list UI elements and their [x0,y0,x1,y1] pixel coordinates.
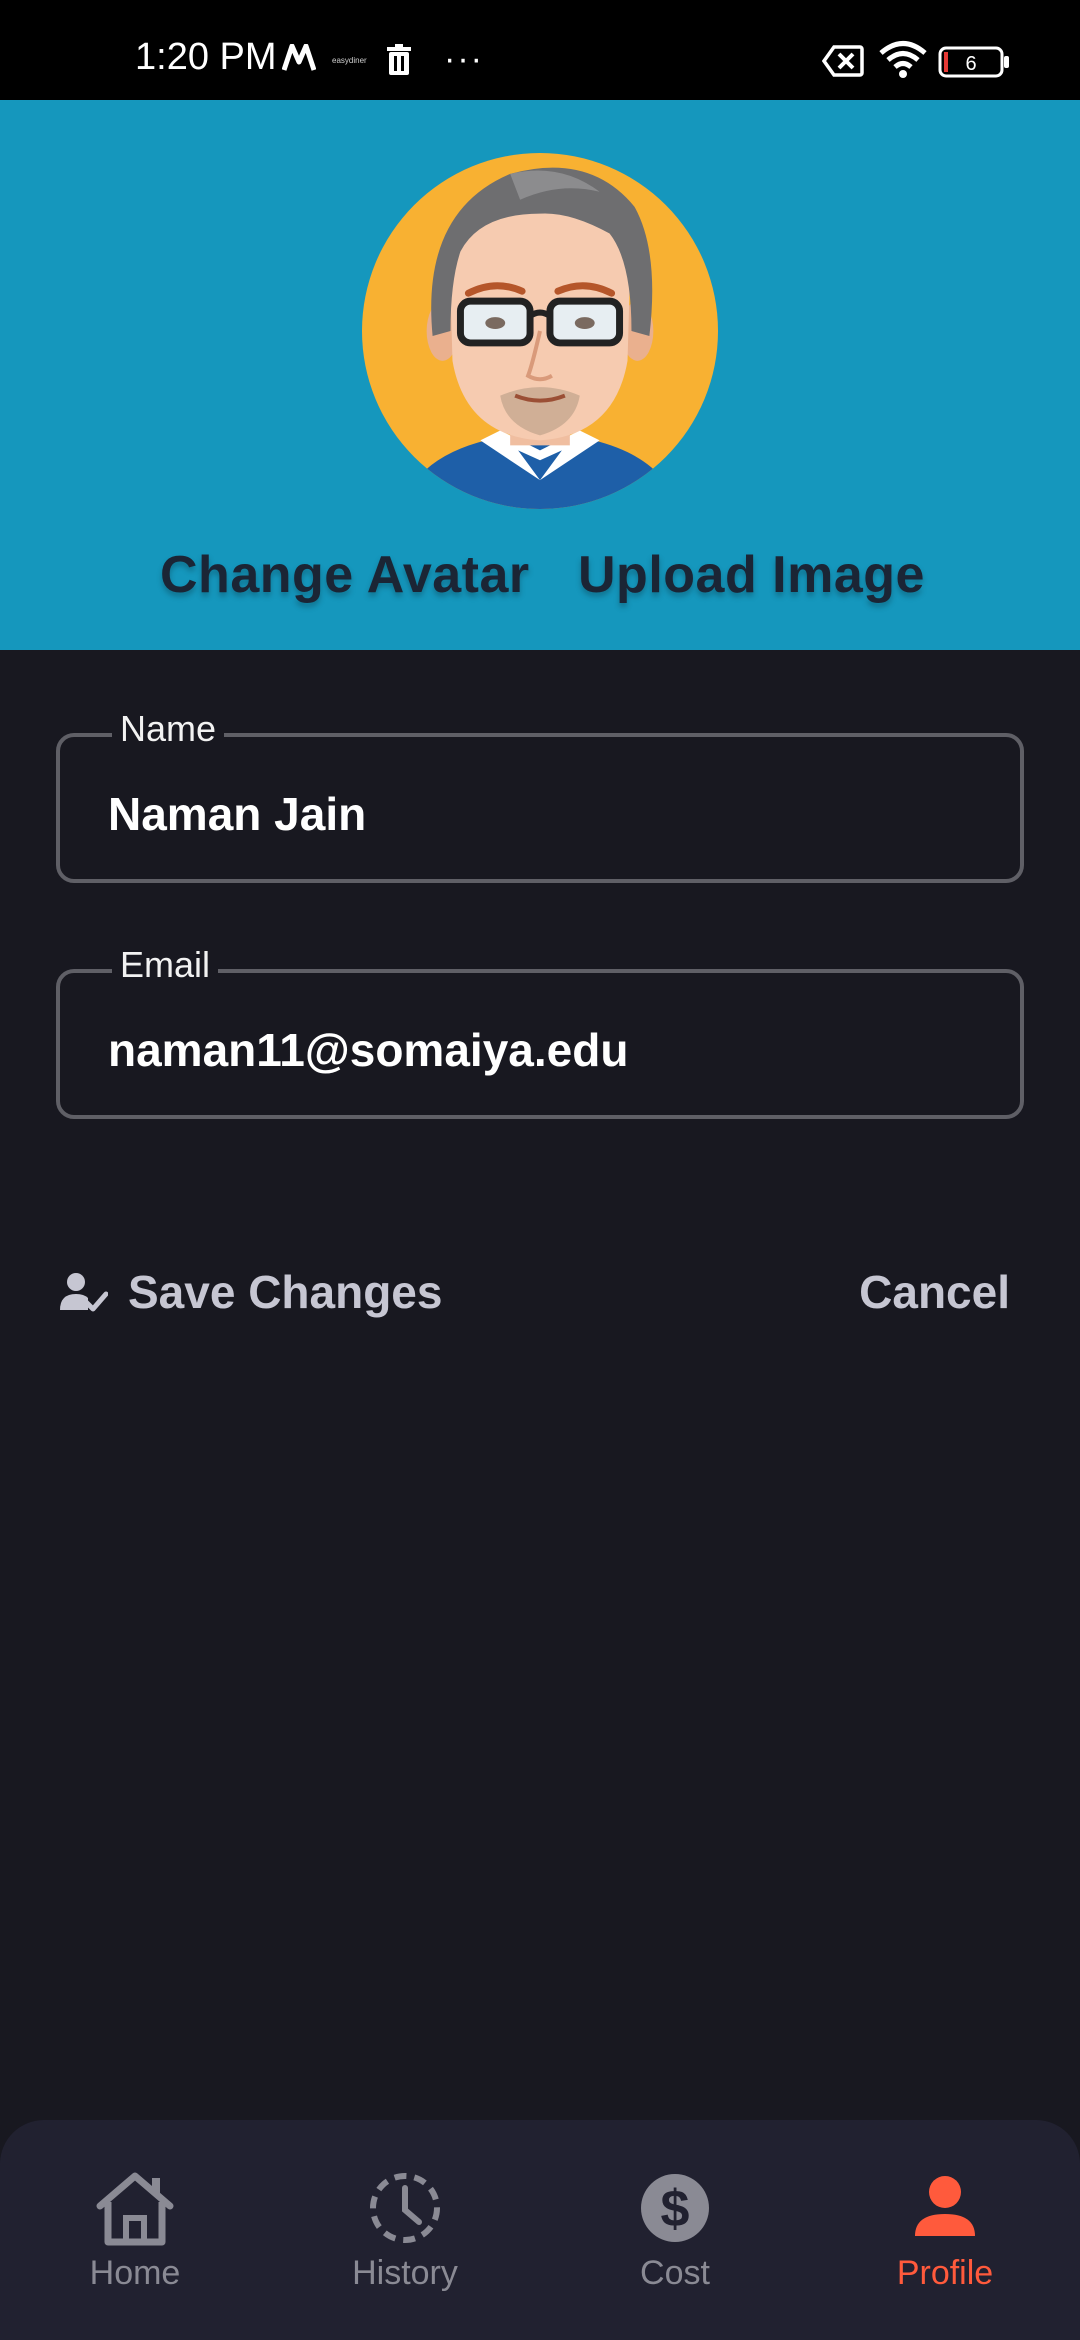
name-field-label: Name [112,707,225,751]
status-time: 1:20 PM [135,36,277,78]
header-actions: Change Avatar Upload Image [0,545,1080,615]
history-icon [370,2173,440,2243]
avatar[interactable] [361,152,719,510]
nav-label-home: Home [89,2254,181,2292]
trash-icon [387,44,411,75]
battery-level: 6 [965,53,976,75]
svg-text:$: $ [661,2180,690,2238]
nav-item-cost[interactable]: $ Cost [575,2170,775,2320]
email-field[interactable]: Email naman11@somaiya.edu [56,943,1024,1119]
save-changes-button[interactable]: Save Changes [60,1262,442,1322]
name-input[interactable]: Naman Jain [108,787,366,841]
nav-label-profile: Profile [896,2254,994,2292]
no-sim-icon [822,45,864,77]
nav-item-profile[interactable]: Profile [845,2170,1045,2320]
email-input[interactable]: naman11@somaiya.edu [108,1023,628,1077]
m-app-icon [282,44,316,71]
name-field[interactable]: Name Naman Jain [56,707,1024,883]
battery-icon: 6 [938,46,1009,78]
more-dots-icon: ··· [444,40,484,78]
bottom-nav: Home History $ Cost Profile [0,2120,1080,2340]
save-changes-label: Save Changes [128,1266,443,1318]
status-bar: 1:20 PM easydiner ··· 6 [0,0,1080,100]
cancel-button[interactable]: Cancel [859,1262,1010,1322]
upload-image-button[interactable]: Upload Image [578,545,925,605]
person-icon [915,2176,975,2236]
change-avatar-button[interactable]: Change Avatar [160,545,530,605]
easydiner-app-icon: easydiner [332,56,367,65]
nav-label-cost: Cost [640,2254,710,2292]
email-field-label: Email [112,943,219,987]
wifi-icon [879,41,927,78]
nav-item-home[interactable]: Home [35,2170,235,2320]
user-check-icon [60,1273,108,1312]
dollar-icon: $ [641,2174,709,2242]
home-icon [96,2172,174,2246]
nav-label-history: History [352,2254,458,2292]
nav-item-history[interactable]: History [305,2170,505,2320]
